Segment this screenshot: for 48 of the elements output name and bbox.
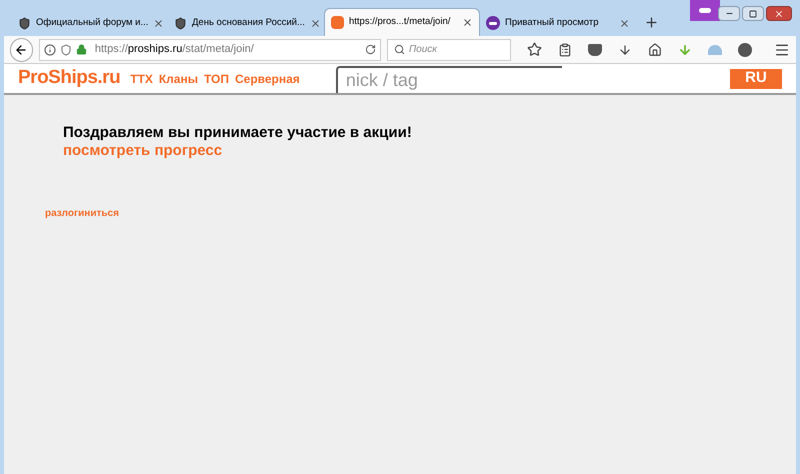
close-icon[interactable] [153,18,164,28]
back-button[interactable] [10,38,33,62]
tab-title: Приватный просмотр [505,16,600,30]
site-logo[interactable]: ProShips.ru [18,64,120,93]
browser-tab[interactable]: https://pros...t/meta/join/ [324,8,480,36]
close-icon[interactable] [462,17,473,28]
info-icon [44,44,56,56]
reading-list-icon[interactable] [558,42,572,56]
lock-icon [76,44,87,55]
browser-tab[interactable]: Приватный просмотр [480,10,636,36]
search-field[interactable]: Поиск [386,38,511,60]
nick-search-field[interactable]: nick / tag [336,66,562,93]
nav-link[interactable]: Кланы [158,70,198,88]
address-field[interactable]: https://proships.ru/stat/meta/join/ [38,38,381,60]
close-icon[interactable] [310,18,321,28]
shield-icon [174,16,187,30]
minimize-button[interactable] [718,6,740,21]
browser-tab[interactable]: Официальный форум и... [12,10,168,36]
congratulation-message: Поздравляем вы принимаете участие в акции! [63,124,413,142]
site-icon [331,16,344,29]
browser-tab[interactable]: День основания Россий... [168,10,324,36]
url-text: https://proships.ru/stat/meta/join/ [94,42,255,58]
shield-icon [18,16,31,30]
private-mask-icon [690,0,720,21]
search-placeholder: Поиск [408,43,438,57]
tab-title: https://pros...t/meta/join/ [349,15,452,30]
new-tab-icon[interactable] [644,15,659,30]
star-icon[interactable] [527,42,542,57]
nav-link[interactable]: Серверная [234,70,300,88]
nav-link[interactable]: ТОП [204,70,229,88]
reload-icon[interactable] [364,44,376,55]
mask-icon [486,16,500,30]
maximize-icon [749,10,757,18]
nav-link[interactable]: ТТХ [130,70,153,88]
download-icon[interactable] [618,42,632,56]
menu-icon[interactable] [774,42,790,58]
tab-title: День основания Россий... [192,16,305,30]
progress-link[interactable]: посмотреть прогресс [63,142,796,160]
language-button[interactable]: RU [730,68,782,88]
search-icon [394,44,405,55]
shield-icon [60,44,72,56]
close-icon[interactable] [619,18,630,28]
close-window-button[interactable] [766,6,792,21]
logout-link[interactable]: разлогиниться [45,206,119,221]
close-icon [774,8,784,18]
maximize-button[interactable] [742,6,764,21]
tab-title: Официальный форум и... [36,16,148,30]
home-icon[interactable] [648,42,662,56]
